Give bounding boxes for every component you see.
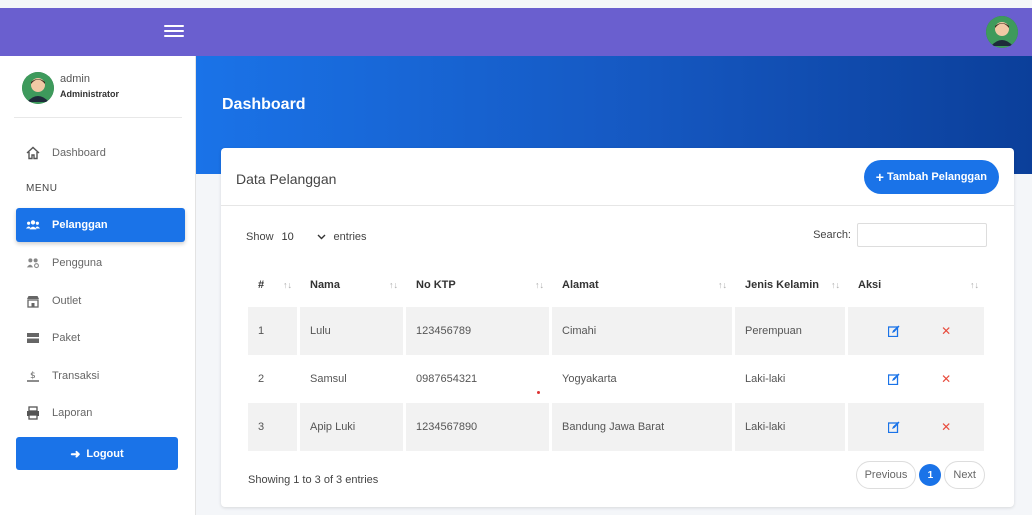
cell-nama: Lulu xyxy=(300,307,406,355)
avatar xyxy=(22,72,54,104)
search-label: Search: xyxy=(813,229,851,241)
top-navbar xyxy=(0,8,1032,56)
search-input[interactable] xyxy=(857,223,987,247)
cell-no-ktp: 1234567890 xyxy=(406,403,552,451)
table-row: 1 Lulu 123456789 Cimahi Perempuan ✕ xyxy=(248,307,987,355)
sidebar-item-laporan[interactable]: Laporan xyxy=(16,396,185,430)
home-icon xyxy=(26,146,40,160)
sidebar-item-label: Pengguna xyxy=(52,257,103,269)
show-label: Show xyxy=(246,231,274,243)
column-header-jenis-kelamin[interactable]: Jenis Kelamin ↑↓ xyxy=(735,262,848,307)
user-name: admin xyxy=(60,73,90,85)
user-panel: admin Administrator xyxy=(14,68,182,118)
sidebar-item-pelanggan[interactable]: Pelanggan xyxy=(16,208,185,242)
cell-number: 1 xyxy=(248,307,300,355)
sidebar-item-transaksi[interactable]: $ Transaksi xyxy=(16,359,185,393)
plus-icon: + xyxy=(875,169,884,185)
column-header-number[interactable]: # ↑↓ xyxy=(248,262,300,307)
dolly-icon: $ xyxy=(26,369,40,383)
cursor-dot xyxy=(537,391,540,394)
previous-page-button[interactable]: Previous xyxy=(855,461,917,489)
table-info: Showing 1 to 3 of 3 entries xyxy=(248,474,379,486)
sidebar-item-label: Dashboard xyxy=(52,147,106,159)
hamburger-icon[interactable] xyxy=(164,22,184,42)
page-number-button[interactable]: 1 xyxy=(919,464,942,486)
cell-no-ktp: 0987654321 xyxy=(406,355,552,403)
add-customer-label: Tambah Pelanggan xyxy=(886,171,987,183)
delete-icon[interactable]: ✕ xyxy=(941,324,951,338)
next-page-button[interactable]: Next xyxy=(944,461,985,489)
sidebar-item-label: Paket xyxy=(52,332,81,344)
edit-icon[interactable] xyxy=(887,373,900,386)
column-header-nama[interactable]: Nama ↑↓ xyxy=(300,262,406,307)
store-icon xyxy=(26,294,40,308)
edit-icon[interactable] xyxy=(887,325,900,338)
card-title: Data Pelanggan xyxy=(236,171,337,187)
sidebar-item-paket[interactable]: Paket xyxy=(16,321,185,355)
entries-value: 10 xyxy=(281,231,294,243)
cell-alamat: Bandung Jawa Barat xyxy=(552,403,735,451)
table-row: 3 Apip Luki 1234567890 Bandung Jawa Bara… xyxy=(248,403,987,451)
cell-alamat: Yogyakarta xyxy=(552,355,735,403)
svg-text:$: $ xyxy=(30,371,36,381)
cell-jenis-kelamin: Laki-laki xyxy=(735,403,848,451)
cell-alamat: Cimahi xyxy=(552,307,735,355)
customer-table: # ↑↓ Nama ↑↓ No KTP ↑↓ Alamat ↑↓ Jenis Kelam… xyxy=(248,262,987,451)
card-header: Data Pelanggan + Tambah Pelanggan xyxy=(221,148,1014,206)
print-icon xyxy=(26,406,40,420)
search-control: Search: xyxy=(813,223,987,247)
sort-icon: ↑↓ xyxy=(831,280,840,290)
cell-jenis-kelamin: Perempuan xyxy=(735,307,848,355)
customer-data-card: Data Pelanggan + Tambah Pelanggan Show 1… xyxy=(221,148,1014,507)
sidebar-item-pengguna[interactable]: Pengguna xyxy=(16,246,185,280)
cell-no-ktp: 123456789 xyxy=(406,307,552,355)
column-header-alamat[interactable]: Alamat ↑↓ xyxy=(552,262,735,307)
cell-jenis-kelamin: Laki-laki xyxy=(735,355,848,403)
users-icon xyxy=(26,218,40,232)
column-header-aksi[interactable]: Aksi ↑↓ xyxy=(848,262,987,307)
show-entries-control: Show 10 entries xyxy=(246,228,367,246)
sidebar-item-label: Transaksi xyxy=(52,370,100,382)
sort-icon: ↑↓ xyxy=(283,280,292,290)
sidebar: admin Administrator Dashboard MENU Pelan… xyxy=(0,56,196,515)
cell-number: 2 xyxy=(248,355,300,403)
entries-label: entries xyxy=(333,231,367,243)
sidebar-item-label: Pelanggan xyxy=(52,219,108,231)
add-customer-button[interactable]: + Tambah Pelanggan xyxy=(863,160,999,194)
sidebar-item-label: Outlet xyxy=(52,295,82,307)
cell-actions: ✕ xyxy=(848,307,987,355)
pagination: Previous 1 Next xyxy=(855,461,985,489)
table-row: 2 Samsul 0987654321 Yogyakarta Laki-laki… xyxy=(248,355,987,403)
sort-icon: ↑↓ xyxy=(970,280,979,290)
column-header-no-ktp[interactable]: No KTP ↑↓ xyxy=(406,262,552,307)
sidebar-item-outlet[interactable]: Outlet xyxy=(16,284,185,318)
table-header-row: # ↑↓ Nama ↑↓ No KTP ↑↓ Alamat ↑↓ Jenis Kelam… xyxy=(248,262,987,307)
cell-number: 3 xyxy=(248,403,300,451)
entries-select[interactable]: 10 xyxy=(278,228,330,246)
user-avatar-icon[interactable] xyxy=(986,16,1018,48)
cell-nama: Apip Luki xyxy=(300,403,406,451)
delete-icon[interactable]: ✕ xyxy=(941,372,951,386)
sign-out-icon: ➜ xyxy=(70,446,81,461)
chevron-down-icon xyxy=(317,231,326,243)
edit-icon[interactable] xyxy=(887,421,900,434)
sidebar-item-dashboard[interactable]: Dashboard xyxy=(16,136,185,170)
sort-icon: ↑↓ xyxy=(535,280,544,290)
user-group-icon xyxy=(26,256,40,270)
menu-section-label: MENU xyxy=(26,183,58,194)
cell-nama: Samsul xyxy=(300,355,406,403)
cell-actions: ✕ xyxy=(848,355,987,403)
sort-icon: ↑↓ xyxy=(718,280,727,290)
user-role: Administrator xyxy=(60,89,120,99)
delete-icon[interactable]: ✕ xyxy=(941,420,951,434)
page-title: Dashboard xyxy=(222,96,306,113)
sort-icon: ↑↓ xyxy=(389,280,398,290)
cell-actions: ✕ xyxy=(848,403,987,451)
logout-label: Logout xyxy=(86,447,124,460)
logout-button[interactable]: ➜ Logout xyxy=(16,437,178,470)
sidebar-item-label: Laporan xyxy=(52,407,93,419)
package-icon xyxy=(26,331,40,345)
